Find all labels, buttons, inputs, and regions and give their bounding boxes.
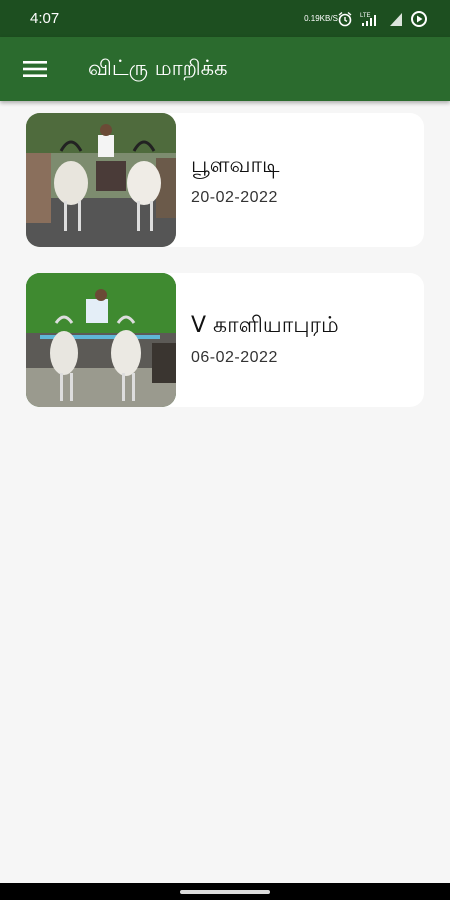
alarm-icon <box>337 11 353 27</box>
app-title: விட்ரு மாறிக்க <box>88 55 228 80</box>
event-text: பூளவாடி 20-02-2022 <box>176 153 280 207</box>
event-title: V காளியாபுரம் <box>191 313 339 338</box>
network-speed-value: 0.19 <box>304 13 320 23</box>
status-time: 4:07 <box>30 10 60 27</box>
event-thumbnail <box>26 273 176 407</box>
status-icons: 0.19 KB/S LTE <box>304 10 428 28</box>
event-date: 20-02-2022 <box>191 189 278 206</box>
signal-icon <box>389 11 403 27</box>
event-thumbnail <box>26 113 176 247</box>
event-card[interactable]: V காளியாபுரம் 06-02-2022 <box>26 273 424 407</box>
lte-signal-icon: LTE <box>360 11 382 27</box>
hamburger-menu-icon <box>23 61 47 77</box>
menu-button[interactable] <box>0 37 70 101</box>
app-bar: விட்ரு மாறிக்க <box>0 37 450 101</box>
media-play-icon <box>410 10 428 28</box>
system-nav-bar <box>0 883 450 900</box>
event-card[interactable]: பூளவாடி 20-02-2022 <box>26 113 424 247</box>
status-bar: 4:07 0.19 KB/S LTE <box>0 0 450 37</box>
network-speed-unit: KB/S <box>319 13 338 23</box>
event-date: 06-02-2022 <box>191 349 278 366</box>
network-speed: 0.19 KB/S <box>304 14 338 23</box>
event-title: பூளவாடி <box>191 153 280 178</box>
event-list: பூளவாடி 20-02-2022 V காளியாபுரம் 06-02-2… <box>26 113 424 433</box>
event-text: V காளியாபுரம் 06-02-2022 <box>176 313 339 367</box>
svg-text:LTE: LTE <box>360 13 371 19</box>
home-gesture-handle[interactable] <box>180 889 270 894</box>
